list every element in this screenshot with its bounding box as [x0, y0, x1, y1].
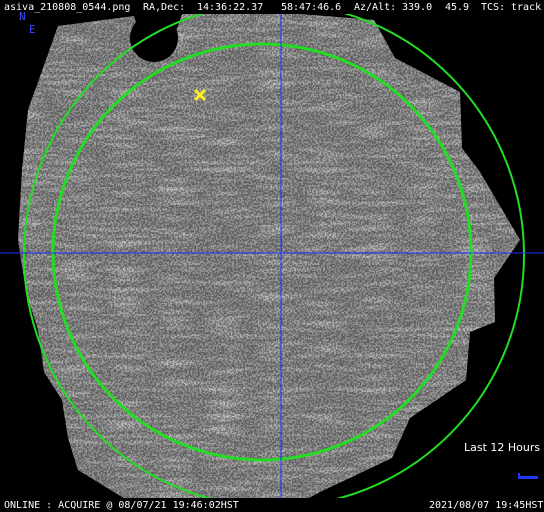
occulter	[130, 14, 178, 62]
legend-track-line	[518, 476, 538, 479]
sky-image	[18, 14, 520, 512]
dec-value: 58:47:46.6	[281, 2, 342, 13]
footer-timestamp: 2021/08/07 19:45HST	[429, 500, 544, 511]
az-value: 339.0	[402, 2, 433, 13]
tcs-label: TCS:	[481, 2, 506, 13]
all-sky-camera-view	[0, 0, 544, 512]
north-label: N	[19, 10, 26, 23]
legend-label: Last 12 Hours	[464, 441, 541, 454]
status-line: ONLINE : ACQUIRE @ 08/07/21 19:46:02HST	[4, 500, 239, 511]
east-label: E	[29, 23, 36, 36]
ra-value: 14:36:22.37	[197, 2, 264, 13]
tcs-state: track	[511, 2, 542, 13]
azalt-label: Az/Alt:	[354, 2, 397, 13]
radec-label: RA,Dec:	[143, 2, 186, 13]
legend-track-tick	[518, 473, 520, 477]
alt-value: 45.9	[445, 2, 470, 13]
